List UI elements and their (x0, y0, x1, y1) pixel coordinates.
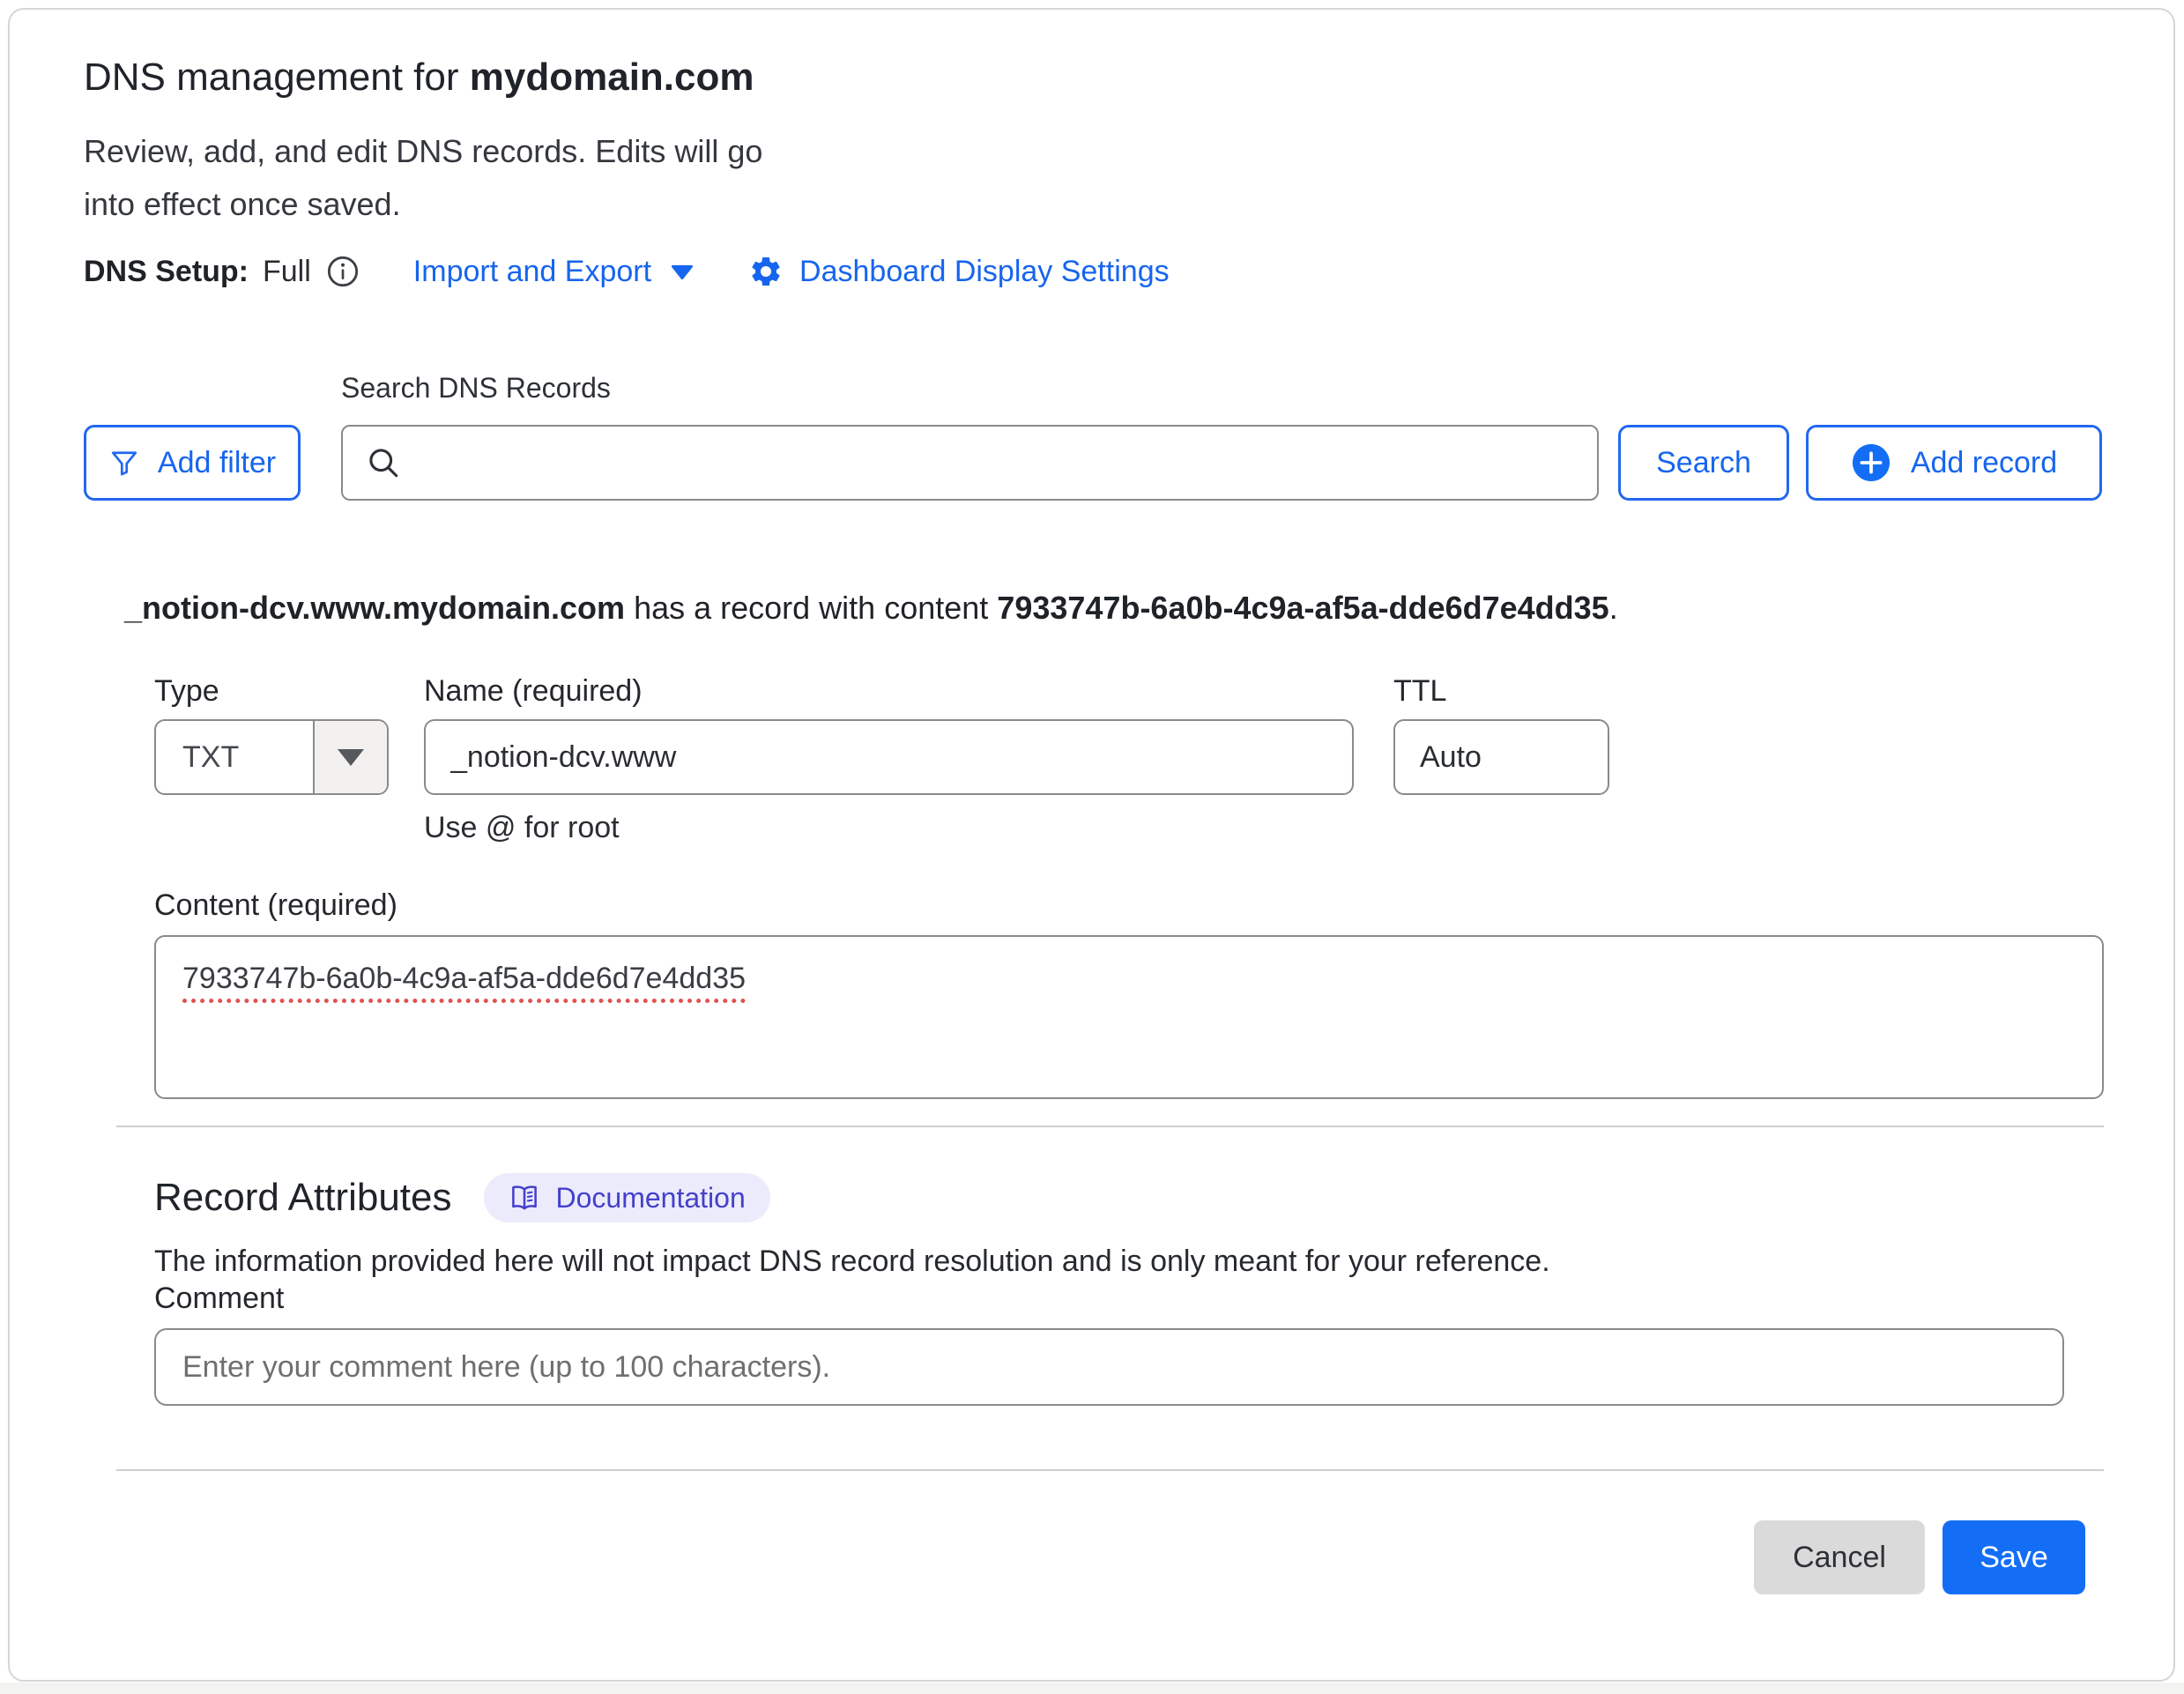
add-record-label: Add record (1911, 446, 2057, 480)
plus-circle-icon (1851, 442, 1891, 483)
search-dns-records-label: Search DNS Records (341, 370, 1599, 405)
record-notice-content: 7933747b-6a0b-4c9a-af5a-dde6d7e4dd35 (997, 590, 1608, 626)
dashboard-display-settings-label: Dashboard Display Settings (799, 255, 1170, 289)
dns-setup-value: Full (263, 255, 311, 289)
name-input[interactable] (424, 719, 1354, 795)
save-button[interactable]: Save (1943, 1520, 2085, 1594)
import-export-link[interactable]: Import and Export (413, 255, 697, 289)
add-record-button[interactable]: Add record (1806, 425, 2102, 501)
filter-funnel-icon (108, 447, 140, 479)
name-label: Name (required) (424, 673, 1354, 709)
caret-down-icon (667, 256, 697, 286)
record-notice: _notion-dcv.www.mydomain.com has a recor… (124, 589, 2113, 628)
gear-icon (748, 254, 784, 289)
record-notice-name: _notion-dcv.www.mydomain.com (124, 590, 625, 626)
page-title-prefix: DNS management for (84, 56, 470, 99)
ttl-label: TTL (1393, 673, 1609, 709)
subtitle-line-2: into effect once saved. (84, 178, 2113, 231)
section-divider (116, 1126, 2104, 1127)
name-helper-text: Use @ for root (424, 811, 1354, 845)
documentation-label: Documentation (556, 1182, 746, 1215)
comment-label: Comment (154, 1282, 284, 1315)
page-subtitle: Review, add, and edit DNS records. Edits… (84, 125, 2113, 231)
record-attributes-description: The information provided here will not i… (154, 1242, 2113, 1281)
dashboard-display-settings-link[interactable]: Dashboard Display Settings (748, 254, 1170, 289)
content-value: 7933747b-6a0b-4c9a-af5a-dde6d7e4dd35 (182, 962, 746, 995)
content-block: Content (required) 7933747b-6a0b-4c9a-af… (154, 888, 2113, 1099)
search-section: Add filter Search DNS Records Search (84, 370, 2102, 501)
record-form-row: Type TXT Name (required) Use @ for root … (154, 673, 2113, 845)
add-filter-button[interactable]: Add filter (84, 425, 301, 501)
search-icon (364, 443, 403, 482)
ttl-select[interactable]: Auto (1393, 719, 1609, 795)
chevron-down-icon (1556, 721, 1583, 793)
import-export-label: Import and Export (413, 255, 651, 289)
footer-actions: Cancel Save (84, 1520, 2104, 1594)
record-notice-middle: has a record with content (625, 590, 997, 626)
cancel-button[interactable]: Cancel (1754, 1520, 1925, 1594)
footer-divider (116, 1469, 2104, 1471)
subtitle-line-1: Review, add, and edit DNS records. Edits… (84, 125, 2113, 178)
dns-setup-row: DNS Setup: Full Import and Export (84, 250, 2113, 293)
type-label: Type (154, 673, 389, 709)
documentation-badge[interactable]: Documentation (484, 1173, 770, 1222)
page-background-strip (0, 1683, 2184, 1694)
record-attributes-header: Record Attributes Documentation (154, 1173, 2113, 1222)
add-filter-label: Add filter (158, 446, 276, 480)
comment-input[interactable] (154, 1328, 2064, 1406)
info-circle-icon[interactable] (325, 254, 360, 289)
dns-management-panel: DNS management for mydomain.com Review, … (8, 8, 2175, 1682)
page-title-domain: mydomain.com (470, 56, 754, 99)
ttl-select-value: Auto (1420, 721, 1556, 793)
content-textarea[interactable]: 7933747b-6a0b-4c9a-af5a-dde6d7e4dd35 (154, 935, 2104, 1099)
search-button-label: Search (1656, 446, 1751, 480)
record-attributes-title: Record Attributes (154, 1173, 452, 1222)
type-select-value: TXT (156, 721, 313, 793)
search-button[interactable]: Search (1618, 425, 1789, 501)
search-dns-records-input[interactable] (341, 425, 1599, 501)
page-title: DNS management for mydomain.com (84, 55, 2113, 100)
content-label: Content (required) (154, 888, 2113, 923)
record-notice-suffix: . (1609, 590, 1618, 626)
book-open-icon (509, 1182, 540, 1214)
chevron-down-icon (313, 721, 387, 793)
type-select[interactable]: TXT (154, 719, 389, 795)
dns-setup-label: DNS Setup: (84, 255, 249, 289)
